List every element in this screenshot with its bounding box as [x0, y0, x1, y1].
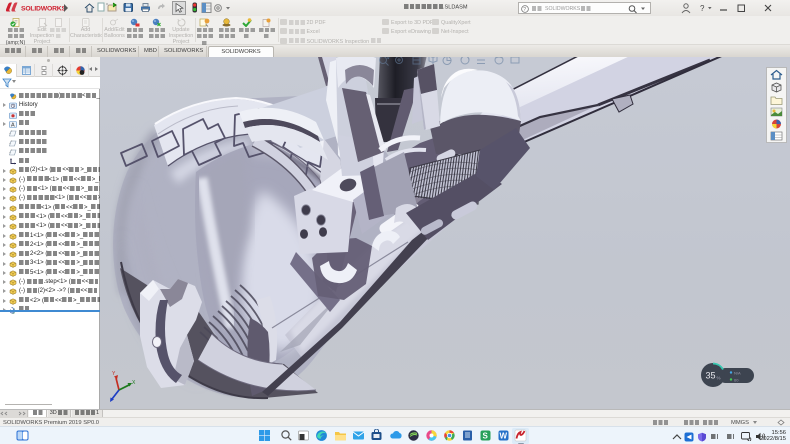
svg-text:S: S [483, 432, 489, 441]
svg-text:60: 60 [734, 378, 739, 383]
svg-text:X: X [132, 380, 136, 386]
svg-text:%: % [717, 376, 721, 381]
svg-text:SOLIDWORKS: SOLIDWORKS [21, 6, 66, 13]
svg-text:A: A [11, 123, 15, 129]
svg-text:N/A: N/A [734, 371, 741, 376]
svg-text:35: 35 [706, 371, 716, 381]
svg-text:W: W [500, 432, 508, 441]
svg-text:?: ? [700, 4, 705, 13]
svg-text:?: ? [523, 7, 526, 13]
